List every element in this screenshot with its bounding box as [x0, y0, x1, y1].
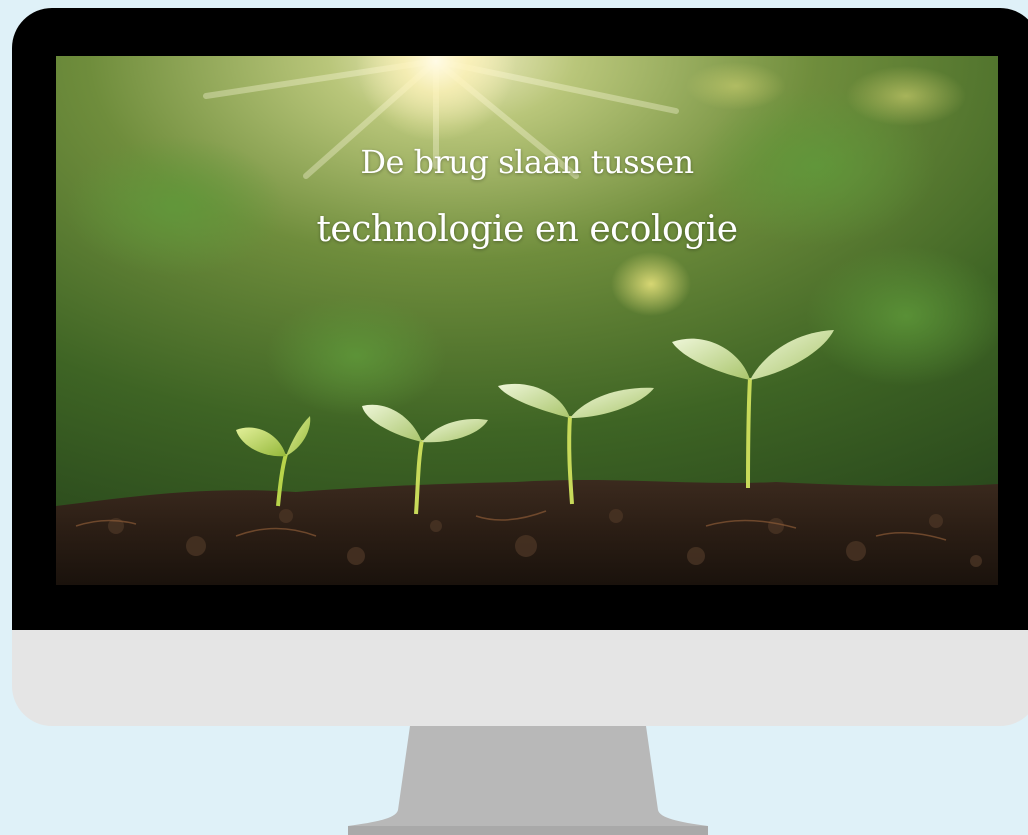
headline-line-1: De brug slaan tussen	[360, 143, 694, 181]
monitor-screen: De brug slaan tussen technologie en ecol…	[56, 56, 998, 585]
monitor: De brug slaan tussen technologie en ecol…	[12, 8, 1028, 726]
monitor-stand	[348, 726, 708, 835]
seedlings-photo	[56, 56, 998, 585]
monitor-bezel: De brug slaan tussen technologie en ecol…	[12, 8, 1028, 630]
headline-line-2: technologie en ecologie	[316, 209, 738, 250]
desktop-mockup: De brug slaan tussen technologie en ecol…	[0, 0, 1028, 835]
screen-headline: De brug slaan tussen technologie en ecol…	[56, 140, 998, 252]
